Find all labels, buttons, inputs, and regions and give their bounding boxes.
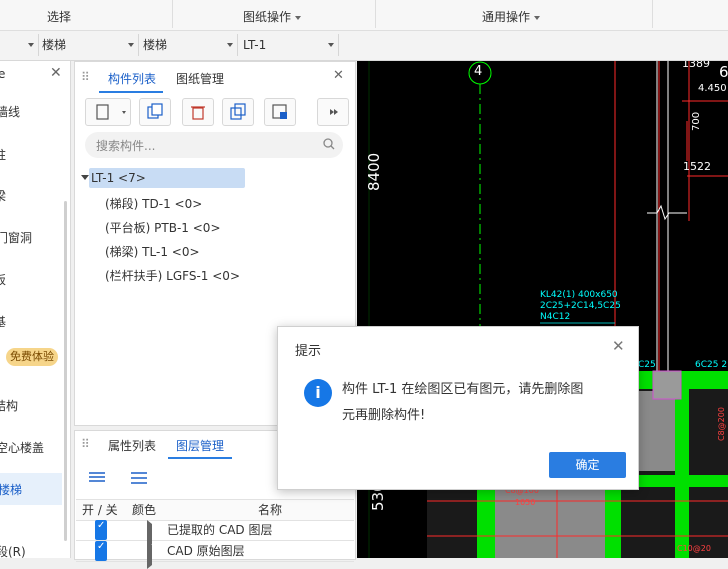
search-input[interactable]: 搜索构件...	[85, 132, 343, 158]
more-button[interactable]	[317, 98, 349, 126]
copy-icon	[147, 103, 163, 119]
drag-handle-icon[interactable]: ⠿	[81, 70, 90, 84]
cad-text: KL42(1) 400x650	[540, 290, 618, 300]
tab-drawing-management[interactable]: 图纸管理	[176, 70, 224, 87]
component-select[interactable]: LT-1	[243, 34, 339, 56]
sidebar-item-stairs[interactable]: 楼梯	[0, 475, 60, 505]
dialog-title: 提示	[295, 344, 322, 359]
cad-text: N4C12	[540, 312, 571, 322]
sidebar-item[interactable]: 墙线	[0, 97, 58, 127]
selector-bar: 楼梯 楼梯 LT-1	[0, 31, 728, 61]
chevron-down-icon	[534, 15, 541, 20]
tree-root-item[interactable]: LT-1 <7>	[91, 171, 146, 185]
ribbon-toolbar: 选择 图纸操作 通用操作	[0, 0, 728, 31]
sidebar-item[interactable]: 门窗洞	[0, 223, 58, 253]
new-component-button[interactable]	[85, 98, 131, 126]
search-placeholder: 搜索构件...	[96, 139, 156, 153]
cad-text: 1050	[515, 498, 536, 507]
close-icon[interactable]: ✕	[612, 337, 625, 355]
tree-child-item[interactable]: (梯段) TD-1 <0>	[105, 195, 202, 212]
table-row[interactable]: ✓ 已提取的 CAD 图层	[76, 520, 354, 548]
sidebar-scrollbar[interactable]	[64, 201, 67, 541]
chevron-down-icon	[227, 43, 233, 47]
layer-tool-button-2[interactable]	[125, 465, 153, 489]
active-tab-indicator	[168, 457, 232, 459]
tab-layer-management[interactable]: 图层管理	[176, 437, 224, 454]
sidebar-item[interactable]: 结构	[0, 391, 56, 421]
ok-button[interactable]: 确定	[549, 452, 626, 478]
sidebar-item[interactable]: 空心楼盖	[0, 433, 58, 463]
cad-text: 4.450	[698, 83, 727, 94]
alert-dialog: 提示 ✕ i 构件 LT-1 在绘图区已有图元，请先删除图 元再删除构件! 确定	[277, 326, 639, 490]
layer-list-icon	[131, 472, 147, 484]
free-trial-badge[interactable]: 免费体验	[6, 348, 58, 366]
copy-to-floor-button[interactable]	[222, 98, 254, 126]
active-tab-indicator	[99, 91, 163, 93]
sidebar-item[interactable]: 梁	[0, 181, 56, 211]
left-sidebar: e ✕ 墙线 柱 梁 门窗洞 板 基 免费体验 结构 空心楼盖 楼梯 段(R)	[0, 61, 71, 559]
info-icon: i	[304, 379, 332, 407]
sidebar-item[interactable]	[0, 349, 4, 379]
cad-text: C25	[638, 360, 656, 370]
search-icon	[323, 138, 335, 150]
dimension-text: 8400	[365, 152, 383, 191]
floor-select[interactable]: 楼梯	[42, 34, 139, 56]
type-select[interactable]: 楼梯	[143, 34, 238, 56]
cad-text: 6	[719, 63, 728, 81]
chevron-down-icon	[128, 43, 134, 47]
dialog-message: 构件 LT-1 在绘图区已有图元，请先删除图 元再删除构件!	[342, 382, 584, 423]
axis-label: 4	[474, 64, 483, 79]
col-name: 名称	[258, 503, 283, 517]
cad-text: C8@200	[717, 407, 726, 441]
sidebar-item[interactable]: 板	[0, 265, 56, 295]
layer-tool-button-1[interactable]	[83, 465, 111, 489]
new-document-icon	[96, 104, 126, 120]
close-icon[interactable]: ✕	[333, 68, 344, 83]
cad-text: C10@20	[677, 544, 711, 553]
trash-icon	[191, 106, 205, 120]
tree-child-item[interactable]: (梯梁) TL-1 <0>	[105, 243, 200, 260]
chevron-down-icon	[295, 15, 302, 20]
sidebar-item[interactable]: 基	[0, 307, 56, 337]
expand-arrow-icon[interactable]	[81, 175, 89, 180]
sidebar-item[interactable]: 段(R)	[0, 537, 58, 567]
drag-handle-icon[interactable]: ⠿	[81, 437, 90, 451]
save-as-icon	[272, 104, 287, 119]
floor-component-button[interactable]	[264, 98, 296, 126]
checkbox-checked-icon[interactable]: ✓	[95, 541, 107, 561]
chevron-down-icon	[28, 43, 34, 47]
cad-text: 700	[691, 111, 702, 131]
tab-component-list[interactable]: 构件列表	[108, 70, 156, 87]
cad-text: 6C25 2	[695, 360, 728, 370]
cad-text: 2C25+2C14,5C25	[540, 301, 621, 311]
table-row[interactable]: ✓ CAD 原始图层	[76, 541, 354, 569]
tree-child-item[interactable]: (平台板) PTB-1 <0>	[105, 219, 221, 236]
col-color: 颜色	[132, 503, 157, 517]
cad-text: 1522	[683, 160, 711, 173]
tab-property-list[interactable]: 属性列表	[108, 437, 156, 454]
ribbon-drawing-ops[interactable]: 图纸操作	[243, 8, 302, 25]
chevron-right-icon	[330, 109, 338, 115]
cad-text: 1389	[682, 61, 710, 70]
copy-button[interactable]	[139, 98, 171, 126]
delete-button[interactable]	[182, 98, 214, 126]
layers-copy-icon	[230, 103, 246, 120]
layer-filter-icon	[89, 472, 105, 482]
sidebar-item[interactable]: 柱	[0, 140, 56, 170]
ribbon-common-ops[interactable]: 通用操作	[482, 8, 541, 25]
close-icon[interactable]: ✕	[50, 65, 62, 81]
ribbon-select[interactable]: 选择	[47, 8, 71, 25]
layer-name: 已提取的 CAD 图层	[167, 523, 273, 537]
layer-table-header: 开 / 关 颜色 名称	[76, 499, 354, 521]
tree-child-item[interactable]: (栏杆扶手) LGFS-1 <0>	[105, 267, 240, 284]
expand-arrow-icon[interactable]	[147, 541, 152, 569]
chevron-down-icon	[328, 43, 334, 47]
selector-unknown[interactable]	[0, 34, 39, 56]
sidebar-header: e	[0, 67, 6, 81]
layer-name: CAD 原始图层	[167, 544, 245, 558]
